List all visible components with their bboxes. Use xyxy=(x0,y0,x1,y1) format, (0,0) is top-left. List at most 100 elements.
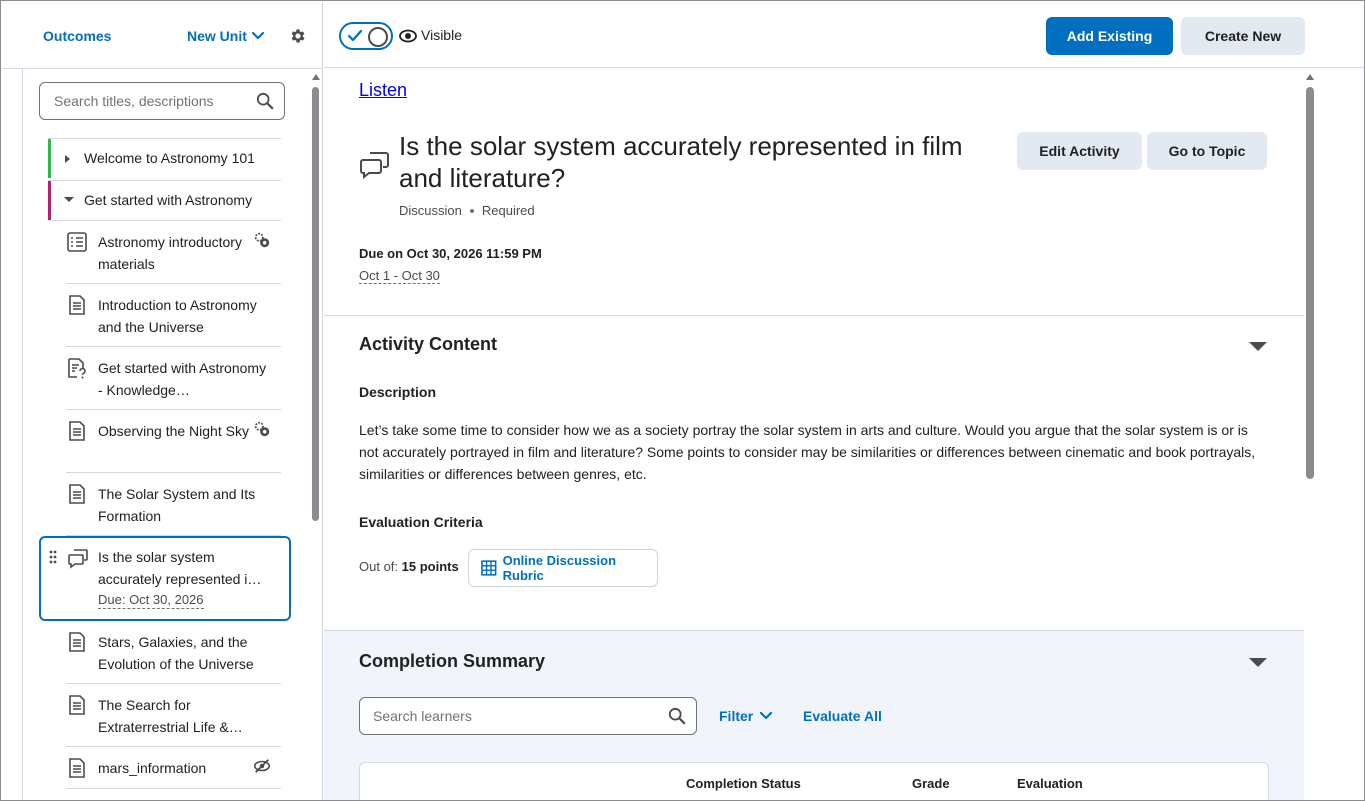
checklist-icon xyxy=(67,232,87,252)
column-header-completion-status[interactable]: Completion Status xyxy=(686,776,801,791)
filter-button[interactable]: Filter xyxy=(719,708,773,724)
app-frame: Outcomes New Unit Search titles, descrip… xyxy=(0,0,1365,801)
sidebar-header: Outcomes New Unit xyxy=(2,2,323,69)
out-of-value: 15 points xyxy=(401,559,459,574)
search-icon[interactable] xyxy=(668,707,686,725)
document-icon xyxy=(69,695,85,715)
go-to-topic-button[interactable]: Go to Topic xyxy=(1147,132,1267,170)
sidebar-scroll-up[interactable] xyxy=(312,74,320,80)
completion-summary-section: Completion Summary Search learners Filte… xyxy=(324,630,1304,800)
search-icon[interactable] xyxy=(256,92,274,110)
check-icon xyxy=(347,29,363,42)
list-item[interactable]: mars_information xyxy=(66,747,281,789)
column-header-grade[interactable]: Grade xyxy=(912,776,950,791)
chevron-down-icon xyxy=(760,711,773,720)
list-item[interactable]: The Search for Extraterrestrial Life &… xyxy=(66,684,281,747)
unit-label: Get started with Astronomy xyxy=(84,192,253,208)
main-scrollbar[interactable] xyxy=(1306,87,1314,479)
hidden-icon xyxy=(253,759,271,773)
item-label: The Search for Extraterrestrial Life &… xyxy=(98,697,243,735)
document-icon xyxy=(69,295,85,315)
document-icon xyxy=(69,421,85,441)
rubric-label: Online Discussion Rubric xyxy=(502,553,617,583)
completion-summary-heading: Completion Summary xyxy=(359,651,546,671)
outcomes-link[interactable]: Outcomes xyxy=(43,28,111,44)
learners-table: Completion Status Grade Evaluation xyxy=(359,762,1269,800)
activity-requirement: Required xyxy=(481,203,535,218)
main-content: Listen Is the solar system accurately re… xyxy=(324,69,1304,800)
search-learners-placeholder: Search learners xyxy=(373,708,472,724)
release-conditions-icon xyxy=(254,232,270,248)
list-item[interactable]: Astronomy introductory materials xyxy=(66,221,281,284)
document-icon xyxy=(69,758,85,778)
item-label: Get started with Astronomy - Knowledge… xyxy=(98,360,267,398)
unit-label: Welcome to Astronomy 101 xyxy=(84,150,255,166)
sidebar-search-input[interactable]: Search titles, descriptions xyxy=(39,82,285,120)
list-item-selected[interactable]: Is the solar system accurately represent… xyxy=(39,536,291,621)
collapse-chevron-icon[interactable] xyxy=(1249,658,1267,667)
filter-label: Filter xyxy=(719,708,754,724)
document-icon xyxy=(69,632,85,652)
rubric-grid-icon xyxy=(481,560,497,576)
unit-color-bar xyxy=(48,181,51,220)
activity-type: Discussion xyxy=(399,203,462,218)
description-text: Let’s take some time to consider how we … xyxy=(359,422,1256,482)
caret-right-icon[interactable] xyxy=(64,154,72,164)
activity-title: Is the solar system accurately represent… xyxy=(399,131,963,193)
activity-content-heading: Activity Content xyxy=(359,334,498,354)
caret-down-icon[interactable] xyxy=(64,196,74,204)
main-scroll-up[interactable] xyxy=(1306,74,1314,80)
drag-handle-icon[interactable] xyxy=(49,550,57,566)
list-item[interactable]: The Solar System and Its Formation xyxy=(66,473,281,536)
chevron-down-icon xyxy=(251,31,264,40)
out-of-points: Out of: 15 points xyxy=(359,559,459,574)
quiz-icon xyxy=(68,358,86,379)
discussion-icon xyxy=(360,152,389,180)
listen-link[interactable]: Listen xyxy=(359,80,407,101)
add-existing-button[interactable]: Add Existing xyxy=(1046,17,1173,55)
eye-icon xyxy=(399,29,417,43)
due-date: Due on Oct 30, 2026 11:59 PM xyxy=(359,246,542,261)
item-due-date: Due: Oct 30, 2026 xyxy=(98,592,204,609)
list-item[interactable]: Introduction to Astronomy and the Univer… xyxy=(66,284,281,347)
discussion-icon xyxy=(68,549,88,569)
list-item[interactable]: Stars, Galaxies, and the Evolution of th… xyxy=(66,621,281,684)
topbar: Visible Add Existing Create New xyxy=(324,2,1364,68)
item-label: Observing the Night Sky xyxy=(98,423,249,439)
availability-range[interactable]: Oct 1 - Oct 30 xyxy=(359,268,440,284)
collapse-chevron-icon[interactable] xyxy=(1249,342,1267,351)
evaluation-criteria-label: Evaluation Criteria xyxy=(359,514,483,530)
visibility-label: Visible xyxy=(421,27,462,43)
sidebar-scrollbar[interactable] xyxy=(312,87,319,521)
release-conditions-icon xyxy=(254,421,270,437)
create-new-button[interactable]: Create New xyxy=(1181,17,1305,55)
gear-icon[interactable] xyxy=(289,27,307,45)
unit-get-started[interactable]: Get started with Astronomy xyxy=(48,180,281,220)
unit-color-bar xyxy=(48,139,51,178)
separator-dot xyxy=(469,208,474,213)
out-of-label: Out of: xyxy=(359,559,399,574)
document-icon xyxy=(69,484,85,504)
edit-activity-button[interactable]: Edit Activity xyxy=(1017,132,1142,170)
item-label: Introduction to Astronomy and the Univer… xyxy=(98,297,257,335)
list-item[interactable]: Observing the Night Sky xyxy=(66,410,281,473)
toggle-knob xyxy=(368,27,388,47)
item-label: Stars, Galaxies, and the Evolution of th… xyxy=(98,634,254,672)
activity-meta: Discussion Required xyxy=(399,203,535,218)
new-unit-label: New Unit xyxy=(187,28,247,44)
unit-welcome[interactable]: Welcome to Astronomy 101 xyxy=(48,138,281,178)
list-item[interactable]: Get started with Astronomy - Knowledge… xyxy=(66,347,281,410)
item-label: Is the solar system accurately represent… xyxy=(98,549,262,587)
sidebar-search-placeholder: Search titles, descriptions xyxy=(54,93,214,109)
description-label: Description xyxy=(359,384,437,400)
item-label: Astronomy introductory materials xyxy=(98,234,242,272)
column-header-evaluation[interactable]: Evaluation xyxy=(1017,776,1083,791)
evaluate-all-button[interactable]: Evaluate All xyxy=(803,708,882,724)
item-label: The Solar System and Its Formation xyxy=(98,486,256,524)
search-learners-input[interactable]: Search learners xyxy=(359,697,697,735)
rubric-button[interactable]: Online Discussion Rubric xyxy=(468,549,658,587)
new-unit-button[interactable]: New Unit xyxy=(187,28,265,44)
visibility-toggle[interactable] xyxy=(339,22,393,50)
item-label: mars_information xyxy=(98,760,207,776)
divider xyxy=(324,315,1304,316)
